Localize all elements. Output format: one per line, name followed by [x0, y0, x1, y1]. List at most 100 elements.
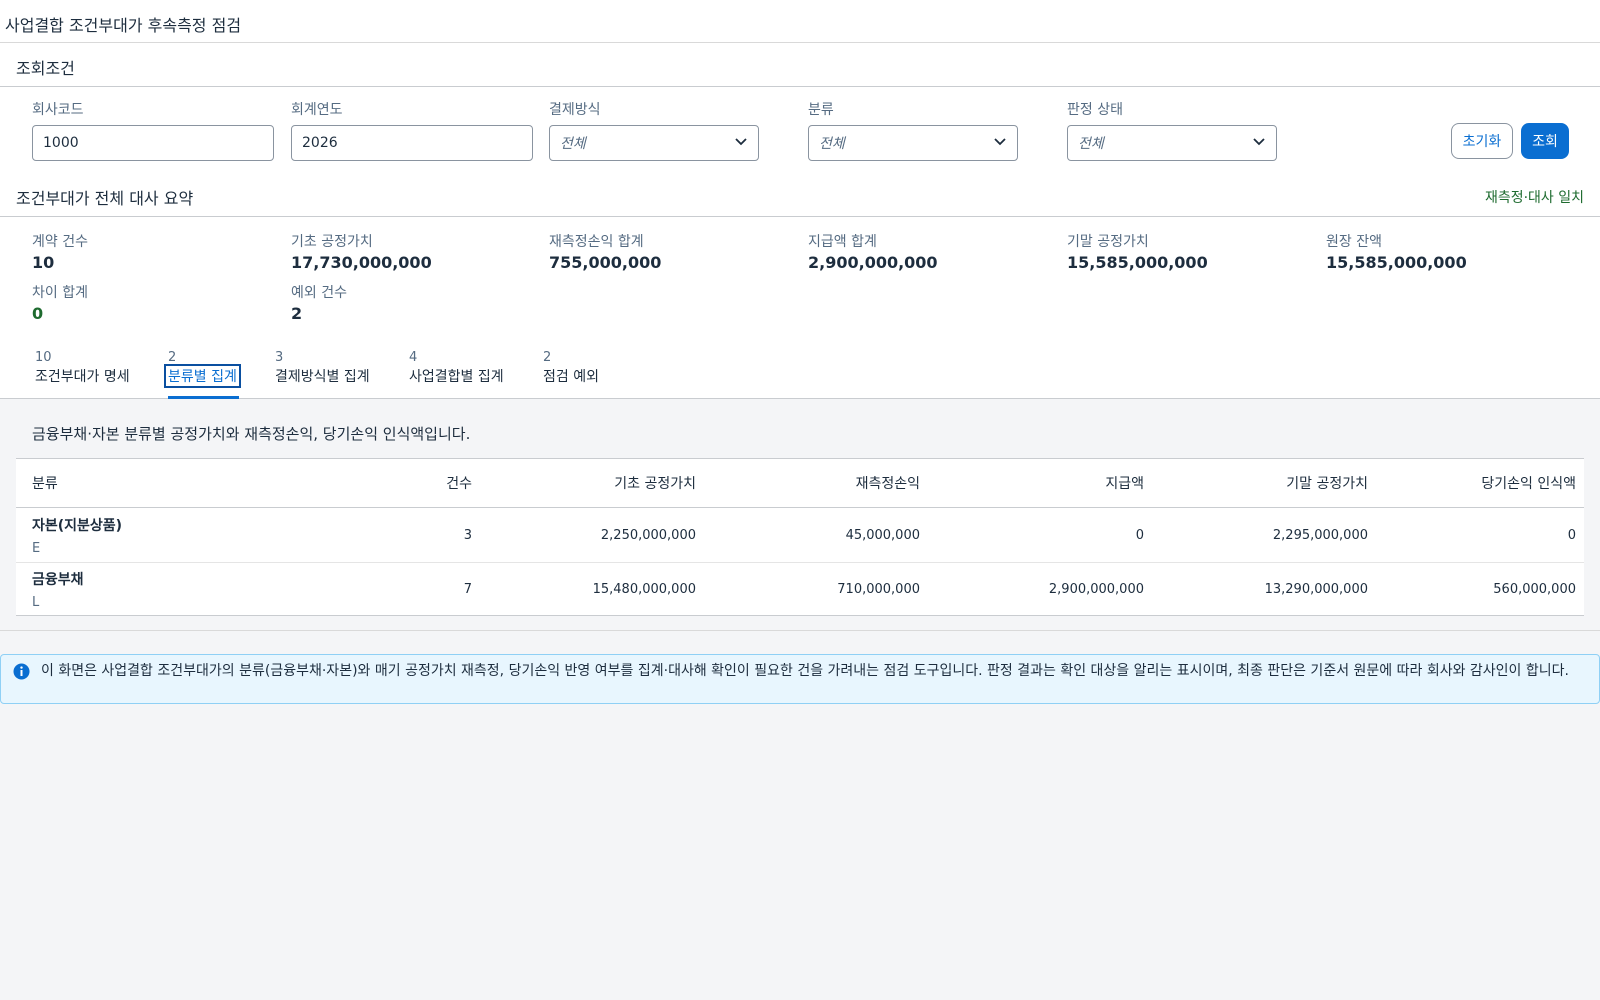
cell-count: 3	[463, 527, 472, 543]
summary-section: 조건부대가 전체 대사 요약 재측정·대사 일치 계약 건수 10 기초 공정가…	[0, 173, 1600, 336]
col-payment: 지급액	[1105, 476, 1144, 492]
cell-opening: 15,480,000,000	[592, 581, 696, 597]
status-value: 전체	[1078, 136, 1104, 152]
search-button[interactable]: 조회	[1521, 123, 1569, 159]
cell-opening: 2,250,000,000	[600, 527, 696, 543]
content-description: 금융부채·자본 분류별 공정가치와 재측정손익, 당기손익 인식액입니다.	[32, 425, 471, 443]
table-row[interactable]: 금융부채 L 7 15,480,000,000 710,000,000 2,90…	[16, 563, 1584, 616]
cell-closing: 13,290,000,000	[1264, 581, 1368, 597]
metric-value: 2	[291, 304, 303, 323]
reset-button[interactable]: 초기화	[1451, 123, 1513, 159]
metric-opening-fair-value: 기초 공정가치 17,730,000,000	[291, 231, 432, 272]
classification-name: 금융부채	[32, 571, 84, 588]
metric-label: 기말 공정가치	[1067, 234, 1149, 250]
tab-count: 4	[409, 350, 418, 365]
status-label: 판정 상태	[1067, 102, 1123, 118]
settlement-label: 결제방식	[549, 102, 601, 118]
metric-label: 재측정손익 합계	[549, 234, 644, 250]
classification-select[interactable]: 전체	[808, 125, 1018, 161]
classification-code: E	[32, 540, 41, 556]
metric-exception-count: 예외 건수 2	[291, 282, 347, 323]
metric-value: 15,585,000,000	[1067, 253, 1208, 272]
classification-name: 자본(지분상품)	[32, 517, 123, 534]
metric-remeasurement-total: 재측정손익 합계 755,000,000	[549, 231, 661, 272]
reconciliation-status: 재측정·대사 일치	[1484, 190, 1584, 206]
tab-label: 사업결합별 집계	[409, 369, 504, 385]
summary-section-header: 조건부대가 전체 대사 요약 재측정·대사 일치	[0, 173, 1600, 217]
tab-settlement-summary[interactable]: 3 결제방식별 집계	[275, 350, 370, 399]
cell-paid: 0	[1135, 527, 1144, 543]
settlement-group: 결제방식 전체	[549, 99, 759, 161]
tab-label: 결제방식별 집계	[275, 369, 370, 385]
col-pl-recognized: 당기손익 인식액	[1481, 476, 1576, 492]
col-remeasurement: 재측정손익	[855, 476, 920, 492]
chevron-down-icon	[1253, 138, 1265, 146]
metric-value: 17,730,000,000	[291, 253, 432, 272]
col-count: 건수	[446, 476, 472, 492]
status-select[interactable]: 전체	[1067, 125, 1277, 161]
info-icon	[13, 663, 30, 680]
metric-label: 지급액 합계	[808, 234, 877, 250]
filter-section-header: 조회조건	[0, 43, 1600, 87]
filter-section: 조회조건 회사코드 1000 회계연도 2026 결제방식 전체 분류 전체 판…	[0, 43, 1600, 173]
summary-title: 조건부대가 전체 대사 요약	[16, 189, 194, 208]
cell-pl: 0	[1567, 527, 1576, 543]
filter-bar: 회사코드 1000 회계연도 2026 결제방식 전체 분류 전체 판정 상태 …	[0, 87, 1600, 173]
settlement-select[interactable]: 전체	[549, 125, 759, 161]
tab-count: 3	[275, 350, 284, 365]
tab-classification-summary[interactable]: 2 분류별 집계	[164, 350, 241, 399]
col-closing-fair-value: 기말 공정가치	[1286, 476, 1368, 492]
cell-classification: 금융부채 L	[16, 563, 296, 616]
summary-metrics: 계약 건수 10 기초 공정가치 17,730,000,000 재측정손익 합계…	[0, 217, 1600, 336]
metric-label: 예외 건수	[291, 285, 347, 301]
page-title: 사업결합 조건부대가 후속측정 점검	[5, 16, 242, 35]
tab-label: 분류별 집계	[164, 364, 241, 388]
metric-closing-fair-value: 기말 공정가치 15,585,000,000	[1067, 231, 1208, 272]
company-code-label: 회사코드	[32, 102, 84, 118]
tab-count: 2	[543, 350, 552, 365]
metric-value: 2,900,000,000	[808, 253, 938, 272]
tab-count: 2	[168, 350, 177, 365]
cell-classification: 자본(지분상품) E	[16, 508, 296, 563]
metric-label: 기초 공정가치	[291, 234, 373, 250]
metric-value: 755,000,000	[549, 253, 662, 272]
fiscal-year-label: 회계연도	[291, 102, 343, 118]
status-group: 판정 상태 전체	[1067, 99, 1277, 161]
tab-exceptions[interactable]: 2 점검 예외	[543, 350, 599, 399]
chevron-down-icon	[735, 138, 747, 146]
classification-label: 분류	[808, 102, 834, 118]
settlement-value: 전체	[560, 136, 586, 152]
cell-remeasure: 45,000,000	[845, 527, 920, 543]
metric-value: 0	[32, 304, 44, 323]
col-opening-fair-value: 기초 공정가치	[614, 476, 696, 492]
tab-contract-details[interactable]: 10 조건부대가 명세	[35, 350, 130, 399]
metric-ledger-balance: 원장 잔액 15,585,000,000	[1326, 231, 1467, 272]
cell-closing: 2,295,000,000	[1272, 527, 1368, 543]
cell-paid: 2,900,000,000	[1048, 581, 1144, 597]
info-text: 이 화면은 사업결합 조건부대가의 분류(금융부채·자본)와 매기 공정가치 재…	[41, 663, 1569, 679]
table-row[interactable]: 자본(지분상품) E 3 2,250,000,000 45,000,000 0 …	[16, 508, 1584, 563]
fiscal-year-value: 2026	[302, 135, 338, 151]
company-code-value: 1000	[43, 135, 79, 151]
cell-remeasure: 710,000,000	[837, 581, 920, 597]
filter-section-title: 조회조건	[16, 59, 75, 78]
tab-count: 10	[35, 350, 52, 365]
info-message-strip: 이 화면은 사업결합 조건부대가의 분류(금융부채·자본)와 매기 공정가치 재…	[0, 654, 1600, 704]
classification-value: 전체	[819, 136, 845, 152]
metric-payment-total: 지급액 합계 2,900,000,000	[808, 231, 938, 272]
page-header: 사업결합 조건부대가 후속측정 점검	[0, 0, 1600, 43]
metric-contract-count: 계약 건수 10	[32, 231, 88, 272]
tab-label: 조건부대가 명세	[35, 369, 130, 385]
tab-business-combination-summary[interactable]: 4 사업결합별 집계	[409, 350, 504, 399]
tab-label: 점검 예외	[543, 369, 599, 385]
classification-group: 분류 전체	[808, 99, 1018, 161]
fiscal-year-input[interactable]: 2026	[291, 125, 533, 161]
company-code-input[interactable]: 1000	[32, 125, 274, 161]
tab-bar: 10 조건부대가 명세 2 분류별 집계 3 결제방식별 집계 4 사업결합별 …	[0, 336, 1600, 399]
metric-value: 10	[32, 253, 55, 272]
metric-label: 계약 건수	[32, 234, 88, 250]
classification-table: 분류 건수 기초 공정가치 재측정손익 지급액 기말 공정가치 당기손익 인식액…	[16, 458, 1584, 616]
classification-code: L	[32, 594, 40, 610]
metric-value: 15,585,000,000	[1326, 253, 1467, 272]
fiscal-year-group: 회계연도 2026	[291, 99, 533, 161]
